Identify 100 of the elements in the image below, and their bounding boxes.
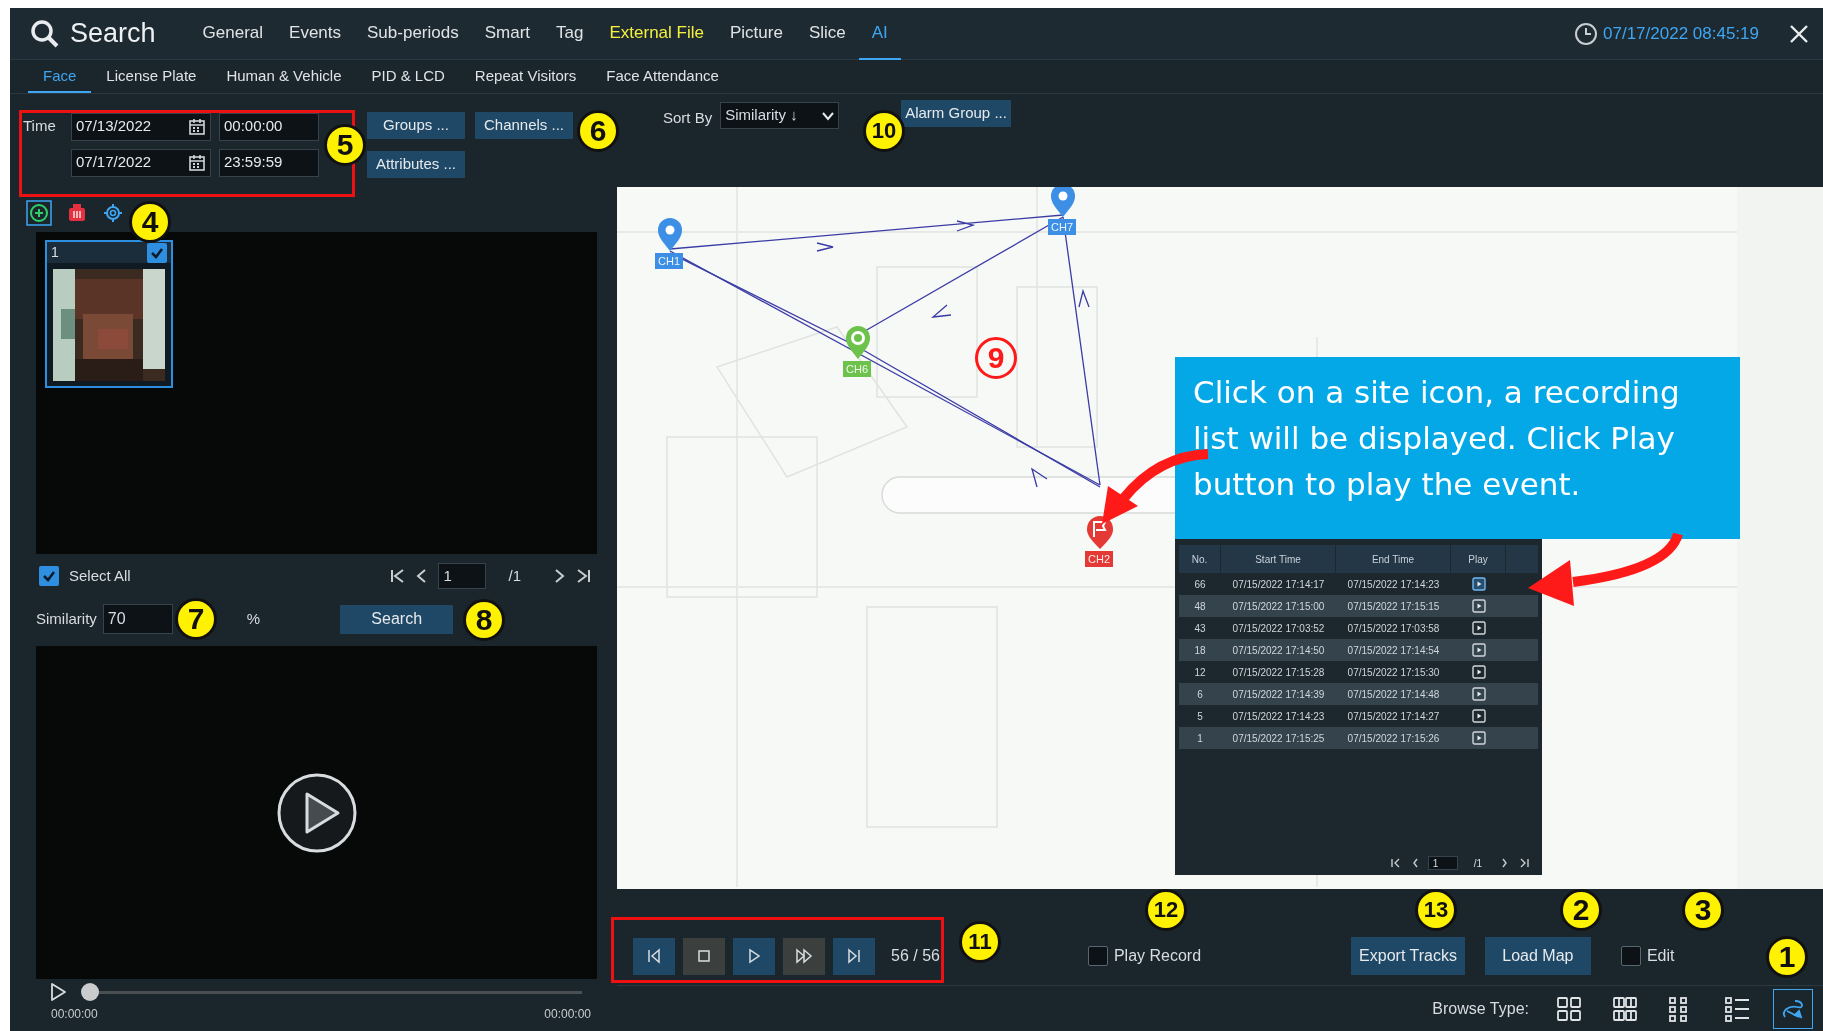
- sub-tab[interactable]: Repeat Visitors: [459, 61, 592, 93]
- date-time: 07/17/2022 08:45:19: [1603, 22, 1759, 45]
- calendar-icon[interactable]: [188, 117, 206, 136]
- page-field[interactable]: 1: [438, 563, 487, 589]
- checkbox[interactable]: [147, 242, 167, 263]
- fast-forward-icon: [795, 947, 813, 965]
- nav-tab[interactable]: Smart: [471, 7, 544, 60]
- table-cell-text: 07/15/2022 17:03:52: [1231, 621, 1326, 636]
- sub-tab[interactable]: PID & LCD: [356, 61, 460, 93]
- date-field[interactable]: 07/17/2022: [71, 148, 211, 177]
- play-icon[interactable]: [1471, 709, 1486, 723]
- action-button[interactable]: Load Map: [1484, 937, 1591, 975]
- sub-tab[interactable]: Human & Vehicle: [211, 61, 357, 93]
- percent-label: %: [246, 608, 261, 629]
- playback-button[interactable]: [683, 937, 725, 975]
- first-page-icon[interactable]: [1389, 857, 1402, 869]
- delete-icon[interactable]: [66, 202, 88, 224]
- sub-tab[interactable]: Face: [28, 61, 92, 93]
- location-pin-icon[interactable]: [844, 325, 872, 361]
- play-icon[interactable]: [49, 982, 67, 1002]
- play-record-label: Play Record: [1113, 946, 1202, 966]
- edit-label: Edit: [1646, 946, 1675, 966]
- date-field[interactable]: 07/13/2022: [71, 112, 211, 141]
- nav-tab[interactable]: Events: [276, 7, 355, 60]
- browse-type-label: Browse Type:: [1432, 998, 1529, 1019]
- play-icon[interactable]: [1471, 643, 1486, 657]
- sort-label: Sort By: [663, 108, 713, 128]
- table-cell-text: 07/15/2022 17:14:50: [1231, 643, 1326, 658]
- calendar-icon[interactable]: [188, 153, 206, 172]
- browse-type-button[interactable]: [1773, 988, 1813, 1029]
- sub-tab[interactable]: License Plate: [91, 61, 212, 93]
- nav-tab[interactable]: Tag: [543, 7, 597, 60]
- alarm-group-button[interactable]: Alarm Group ...: [901, 100, 1011, 127]
- stop-icon: [695, 947, 713, 965]
- close-icon[interactable]: [1789, 23, 1809, 44]
- face-card[interactable]: 1: [45, 240, 173, 388]
- play-icon[interactable]: [1471, 621, 1486, 635]
- checkbox[interactable]: [1087, 946, 1108, 966]
- table-cell-text: 07/15/2022 17:14:54: [1346, 643, 1441, 658]
- action-button[interactable]: Export Tracks: [1351, 937, 1465, 975]
- location-pin-icon[interactable]: [1086, 515, 1114, 551]
- field-value: 07/13/2022: [76, 116, 153, 137]
- checkmark-icon: [42, 569, 56, 583]
- page-field[interactable]: 1: [1427, 856, 1458, 870]
- callout-text: Click on a site icon, a recording list will be displayed. Click Play button to play the event.: [1175, 357, 1740, 539]
- track-counter: 56 / 56: [891, 946, 940, 966]
- checkbox[interactable]: [39, 566, 59, 586]
- nav-tab[interactable]: External File: [596, 7, 717, 60]
- play-icon[interactable]: [1471, 665, 1486, 679]
- sort-dropdown[interactable]: Similarity ↓: [720, 102, 840, 129]
- playback-button[interactable]: [783, 937, 825, 975]
- select-all-label: Select All: [69, 565, 131, 586]
- location-pin-icon[interactable]: [656, 217, 684, 253]
- playback-button[interactable]: [733, 937, 775, 975]
- table-cell-text: 07/15/2022 17:15:00: [1231, 599, 1326, 614]
- time-field[interactable]: 00:00:00: [219, 112, 319, 141]
- location-pin-icon[interactable]: [1049, 187, 1077, 219]
- filter-button[interactable]: Attributes ...: [367, 151, 465, 178]
- playback-button[interactable]: [633, 937, 675, 975]
- table-cell-text: 48: [1193, 599, 1207, 614]
- page-title: Search: [70, 17, 156, 51]
- table-cell-text: 66: [1193, 577, 1207, 592]
- filter-button[interactable]: Groups ...: [367, 112, 465, 139]
- nav-tab[interactable]: Slice: [795, 7, 859, 60]
- similarity-field[interactable]: 70: [102, 604, 173, 634]
- nav-tab[interactable]: AI: [858, 7, 901, 60]
- nav-tab[interactable]: Sub-periods: [354, 7, 472, 60]
- time-field[interactable]: 23:59:59: [219, 148, 319, 177]
- table-cell-text: 07/15/2022 17:15:25: [1231, 731, 1326, 746]
- similarity-label: Similarity: [36, 608, 97, 629]
- timeline-thumb[interactable]: [81, 982, 99, 1001]
- settings-icon[interactable]: [102, 202, 124, 224]
- play-icon[interactable]: [1471, 577, 1486, 591]
- start-time: 00:00:00: [51, 1006, 98, 1023]
- nav-tab[interactable]: Picture: [716, 7, 796, 60]
- last-page-icon[interactable]: [575, 568, 591, 584]
- channel-label[interactable]: CH2: [1085, 551, 1113, 567]
- filter-button[interactable]: Channels ...: [475, 112, 573, 139]
- table-cell-text: 07/15/2022 17:15:28: [1231, 665, 1326, 680]
- nav-tab[interactable]: General: [189, 7, 277, 60]
- last-page-icon[interactable]: [1518, 857, 1530, 869]
- sub-tab[interactable]: Face Attendance: [591, 61, 734, 93]
- list-view-icon: [1723, 994, 1751, 1023]
- play-icon[interactable]: [1471, 687, 1486, 701]
- play-icon[interactable]: [1471, 599, 1486, 613]
- table-cell-text: 5: [1196, 709, 1204, 724]
- field-value: 23:59:59: [224, 152, 284, 173]
- search-icon: [30, 18, 60, 49]
- table-cell-text: 07/15/2022 17:14:27: [1346, 709, 1441, 724]
- play-icon[interactable]: [1471, 731, 1486, 745]
- playback-button[interactable]: [833, 937, 875, 975]
- search-button[interactable]: Search: [340, 604, 454, 634]
- play-icon[interactable]: [275, 771, 358, 854]
- skip-forward-icon: [845, 947, 863, 965]
- table-cell-text: 07/15/2022 17:14:17: [1231, 577, 1326, 592]
- add-icon[interactable]: [26, 200, 52, 226]
- table-cell-text: 07/15/2022 17:15:30: [1346, 665, 1441, 680]
- step-number: 9: [975, 337, 1017, 379]
- checkbox[interactable]: [1620, 946, 1641, 966]
- table-cell-text: 07/15/2022 17:14:39: [1231, 687, 1326, 702]
